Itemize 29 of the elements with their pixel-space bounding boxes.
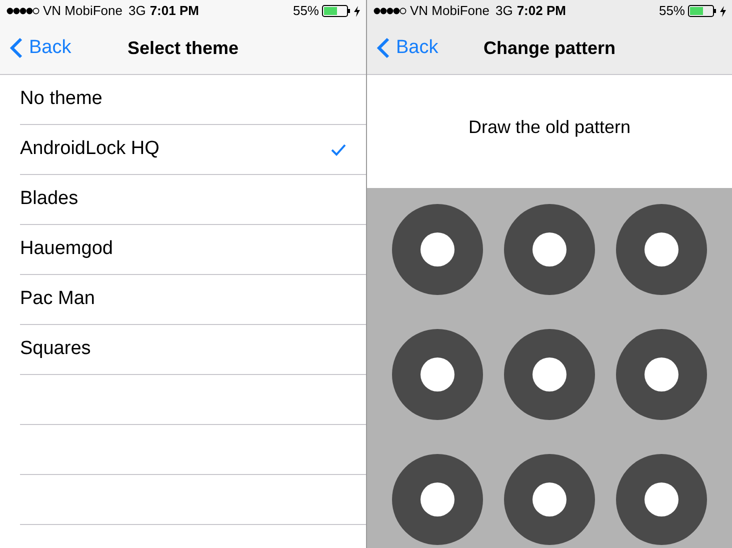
charging-icon — [720, 6, 726, 16]
pattern-dot-icon[interactable] — [504, 204, 595, 295]
status-time: 7:01 PM — [150, 2, 199, 20]
nav-title: Change pattern — [484, 36, 616, 60]
pattern-dot-icon[interactable] — [504, 454, 595, 545]
battery-icon — [322, 5, 352, 17]
pattern-dot-icon[interactable] — [392, 454, 483, 545]
chevron-left-icon — [377, 37, 390, 59]
status-time: 7:02 PM — [516, 2, 566, 20]
pattern-dot-icon[interactable] — [616, 204, 708, 295]
battery-percent: 55% — [658, 2, 685, 20]
network-type: 3G — [495, 2, 513, 20]
charging-icon — [354, 6, 360, 16]
battery-percent: 55% — [292, 2, 319, 20]
pattern-dot-icon[interactable] — [392, 204, 483, 295]
pattern-dot-icon[interactable] — [616, 454, 708, 545]
carrier-name: VN MobiFone — [410, 2, 490, 20]
nav-title: Select theme — [127, 36, 239, 60]
carrier-name: VN MobiFone — [43, 2, 122, 20]
pattern-dot-icon[interactable] — [616, 329, 708, 420]
signal-icon — [6, 7, 40, 15]
battery-icon — [688, 5, 718, 17]
signal-icon — [373, 7, 407, 15]
back-button[interactable]: Back — [10, 34, 72, 62]
network-type: 3G — [128, 2, 146, 20]
pattern-dot-icon[interactable] — [392, 329, 483, 420]
pattern-prompt: Draw the old pattern — [468, 116, 631, 139]
pattern-dot-icon[interactable] — [504, 329, 595, 420]
chevron-left-icon — [10, 37, 23, 59]
